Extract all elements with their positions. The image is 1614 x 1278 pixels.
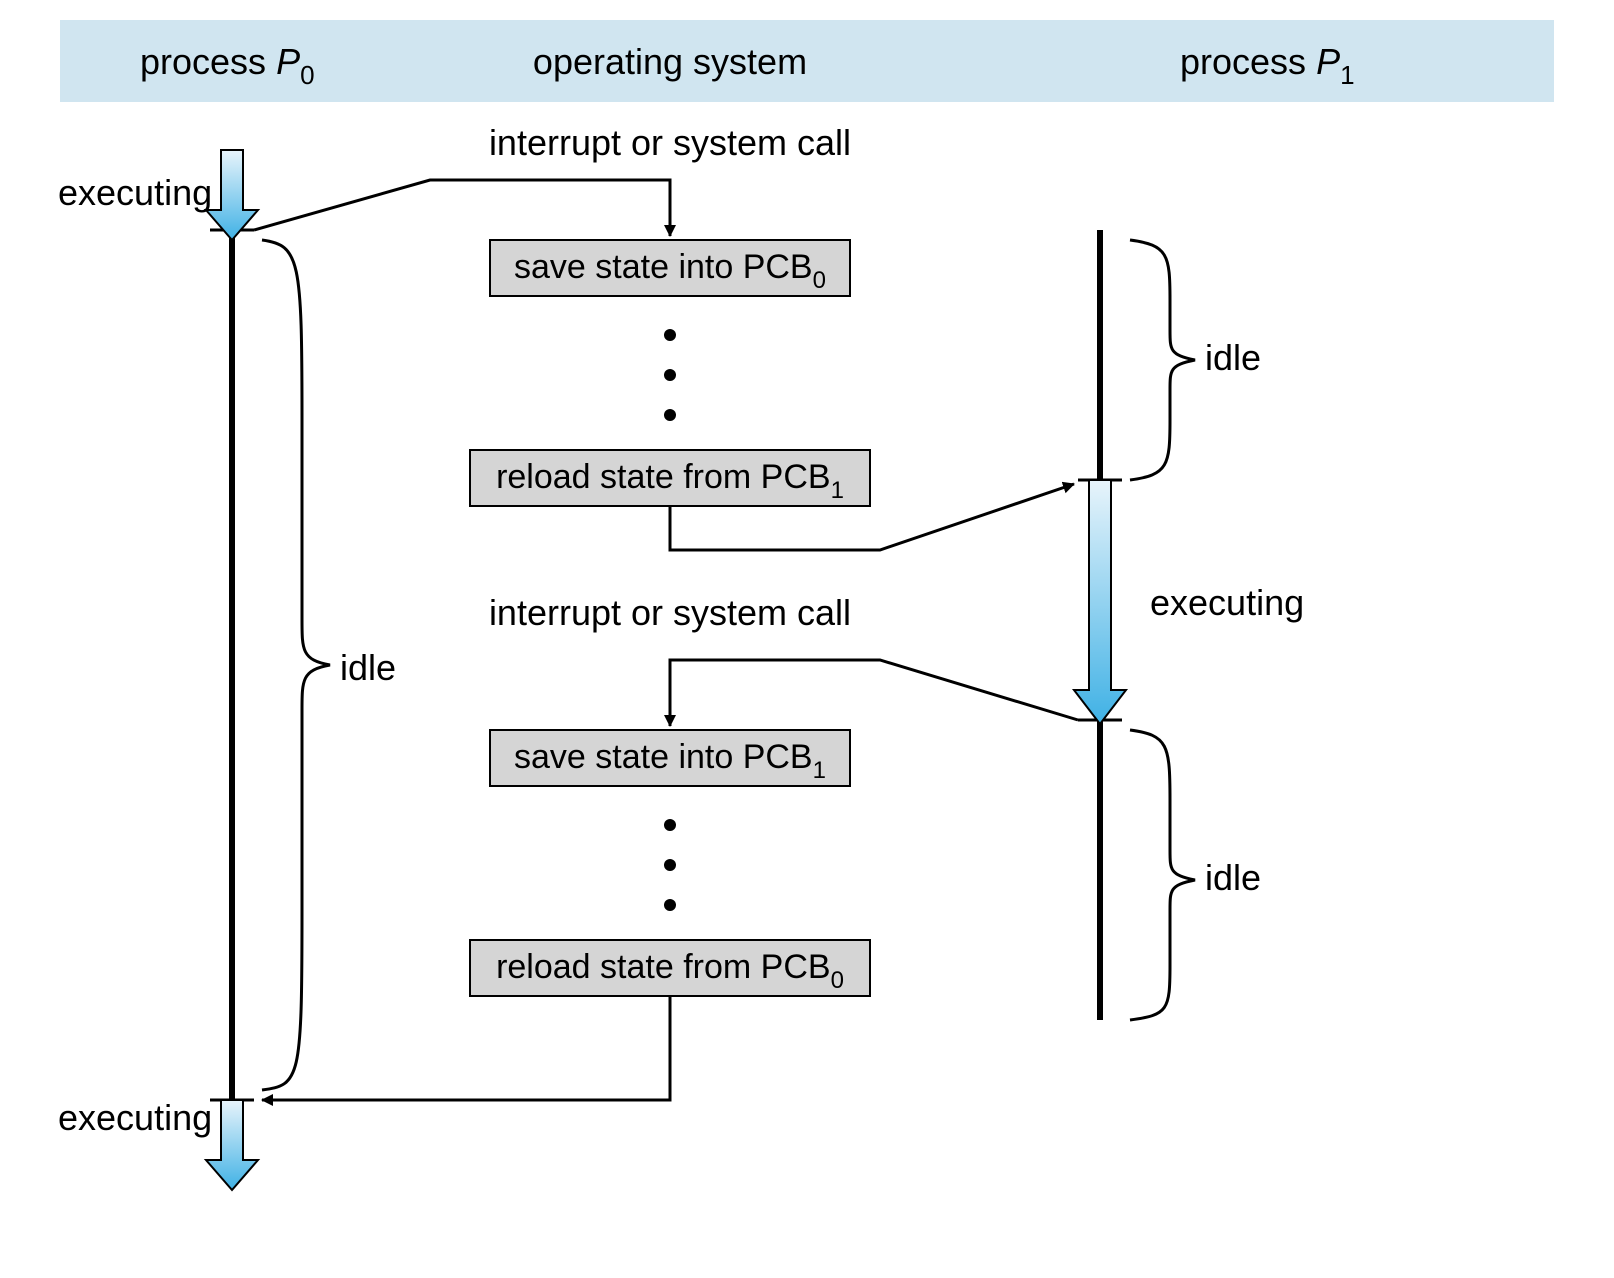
label-idle-right-top: idle	[1205, 337, 1261, 378]
dots-2b	[664, 859, 676, 871]
brace-left	[262, 240, 330, 1090]
label-interrupt-2: interrupt or system call	[489, 592, 851, 633]
label-interrupt-1: interrupt or system call	[489, 122, 851, 163]
dots-2c	[664, 899, 676, 911]
label-executing-top: executing	[58, 172, 212, 213]
brace-right-top	[1130, 240, 1195, 480]
dots-1b	[664, 369, 676, 381]
brace-right-bottom	[1130, 730, 1195, 1020]
exec-arrow-p0-bottom	[206, 1100, 258, 1190]
dots-1c	[664, 409, 676, 421]
header-os: operating system	[533, 41, 807, 82]
exec-arrow-p1	[1074, 480, 1126, 724]
label-idle-left: idle	[340, 647, 396, 688]
arrow-p1-to-save1	[670, 660, 1078, 726]
arrow-reload0-to-p0	[262, 996, 670, 1100]
exec-arrow-p0-top	[206, 150, 258, 240]
dots-2a	[664, 819, 676, 831]
label-executing-bottom: executing	[58, 1097, 212, 1138]
arrow-p0-to-save0	[254, 180, 670, 236]
label-executing-right: executing	[1150, 582, 1304, 623]
dots-1a	[664, 329, 676, 341]
label-idle-right-bottom: idle	[1205, 857, 1261, 898]
